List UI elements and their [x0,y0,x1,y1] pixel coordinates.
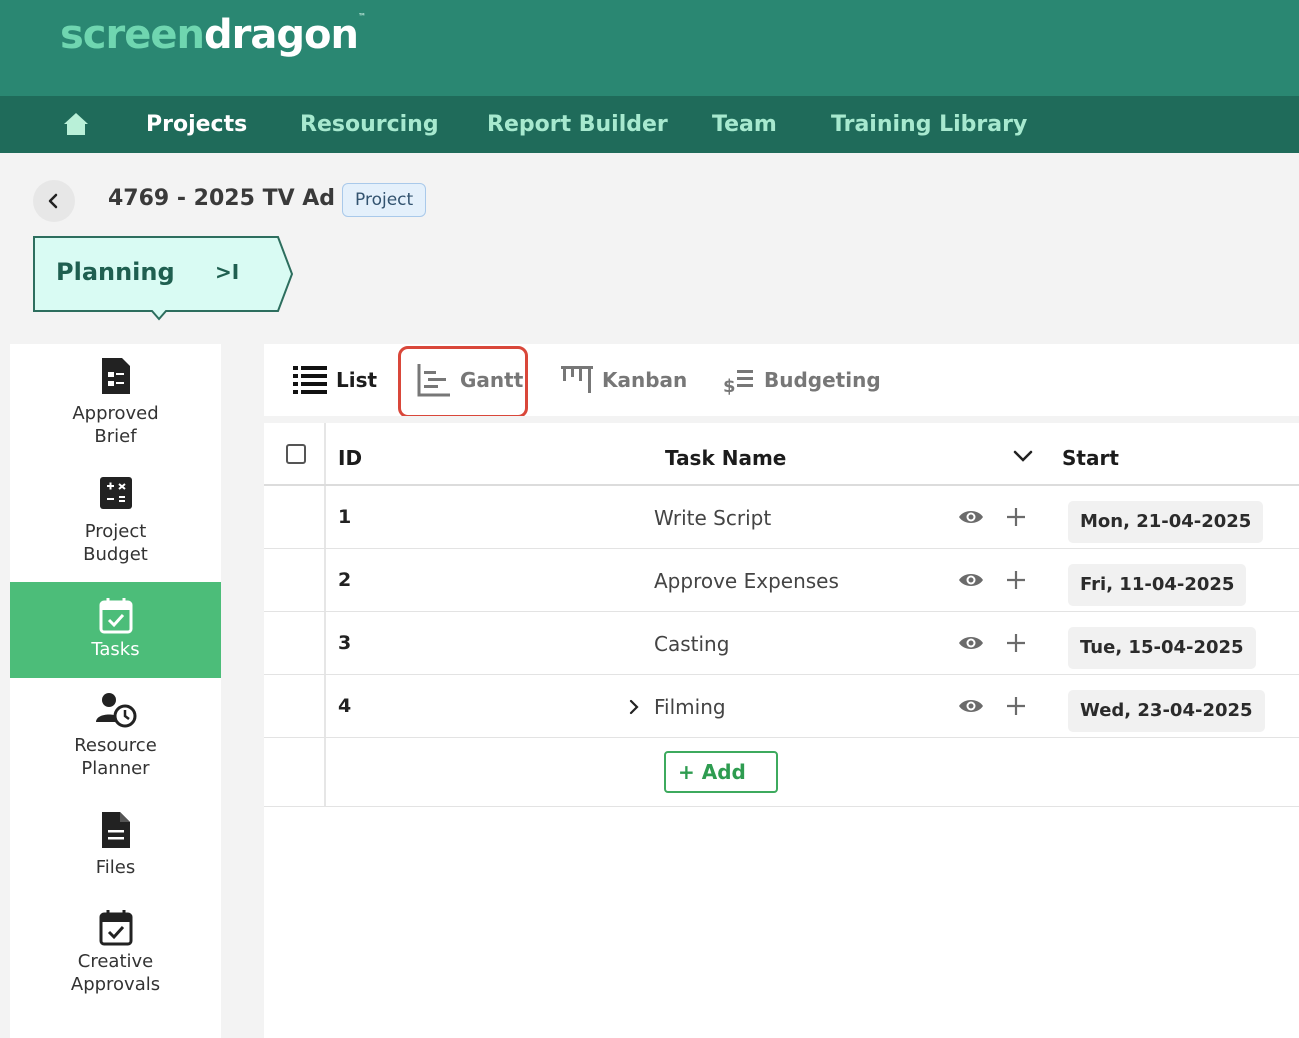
plus-icon[interactable] [1006,633,1026,653]
chevron-right-icon[interactable] [628,698,640,716]
kanban-icon [561,366,593,393]
tab-label: List [336,368,378,392]
skip-stage-icon[interactable]: >I [215,260,239,284]
calculator-icon [99,477,132,509]
column-header-id[interactable]: ID [338,446,362,470]
gantt-tab-highlight [398,346,528,418]
start-date[interactable]: Wed, 23-04-2025 [1068,690,1265,732]
row-selector-column [264,423,326,806]
sidebar-item-label: Files [95,857,136,878]
row-divider [264,737,1299,738]
sidebar-item-tasks[interactable]: Tasks [10,582,221,678]
nav-resourcing[interactable]: Resourcing [300,96,439,153]
brief-icon [101,358,130,394]
divider [264,416,1299,423]
project-sidebar: Approved Brief Project Budget Tasks Reso… [10,344,221,1038]
stage-planning[interactable]: Planning >I [33,236,295,324]
table-bottom-divider [264,806,1299,807]
select-all-checkbox[interactable] [286,444,306,464]
calendar-check-icon [99,910,132,946]
start-date[interactable]: Mon, 21-04-2025 [1068,501,1264,543]
table-header-divider [264,484,1299,486]
nav-projects[interactable]: Projects [146,96,247,153]
eye-icon[interactable] [958,697,984,715]
start-date[interactable]: Tue, 15-04-2025 [1068,627,1256,669]
eye-icon[interactable] [958,508,984,526]
budget-icon: $ [723,370,753,396]
home-icon[interactable] [63,112,89,136]
row-divider [264,611,1299,612]
sidebar-item-creative-approvals[interactable]: Creative Approvals [10,908,221,1008]
column-header-start[interactable]: Start [1062,446,1119,470]
tab-list[interactable]: List [292,344,377,416]
eye-icon[interactable] [958,634,984,652]
tab-kanban[interactable]: Kanban [560,344,687,416]
main-nav: Projects Resourcing Report Builder Team … [0,96,1299,153]
user-clock-icon [95,693,136,728]
file-icon [101,812,130,848]
logo-text-part2: dragon [203,12,359,58]
stage-label: Planning [56,258,175,286]
start-date[interactable]: Fri, 11-04-2025 [1068,564,1247,606]
sidebar-item-files[interactable]: Files [10,810,221,890]
task-id: 2 [338,569,352,591]
row-divider [264,548,1299,549]
tab-budgeting[interactable]: $ Budgeting [722,344,881,416]
task-name[interactable]: Write Script [654,506,771,530]
plus-icon[interactable] [1006,570,1026,590]
sidebar-item-label: Approved Brief [72,403,159,447]
task-name[interactable]: Casting [654,632,729,656]
sidebar-item-label: Resource Planner [74,735,157,779]
eye-icon[interactable] [958,571,984,589]
nav-report-builder[interactable]: Report Builder [487,96,668,153]
calendar-check-icon [99,598,132,634]
task-id: 1 [338,506,352,528]
nav-team[interactable]: Team [712,96,777,153]
list-icon [293,366,327,394]
add-task-button[interactable]: + Add [664,751,778,793]
project-type-badge: Project [342,183,427,217]
app-header: screendragon™ [0,0,1299,96]
nav-training-library[interactable]: Training Library [831,96,1027,153]
logo-text-part1: screen [60,12,205,58]
tab-label: Kanban [602,368,688,392]
task-id: 3 [338,632,352,654]
plus-icon[interactable] [1006,507,1026,527]
logo-mark: ™ [357,12,366,21]
task-name[interactable]: Approve Expenses [654,569,839,593]
task-name[interactable]: Filming [654,695,726,719]
column-header-task-name[interactable]: Task Name [665,446,786,470]
sidebar-item-label: Creative Approvals [70,951,161,995]
svg-text:$: $ [723,376,736,396]
sidebar-item-resource-planner[interactable]: Resource Planner [10,692,221,792]
project-title: 4769 - 2025 TV Ad [108,186,336,211]
chevron-left-icon [48,193,58,209]
plus-icon[interactable] [1006,696,1026,716]
sidebar-item-label: Project Budget [83,521,148,565]
sidebar-item-label: Tasks [91,639,140,660]
task-id: 4 [338,695,352,717]
row-divider [264,674,1299,675]
sidebar-item-approved-brief[interactable]: Approved Brief [10,356,221,464]
sidebar-item-project-budget[interactable]: Project Budget [10,476,221,582]
chevron-down-icon[interactable] [1012,448,1034,464]
back-button[interactable] [33,180,75,222]
tab-label: Budgeting [764,368,881,392]
app-logo[interactable]: screendragon™ [60,12,366,58]
